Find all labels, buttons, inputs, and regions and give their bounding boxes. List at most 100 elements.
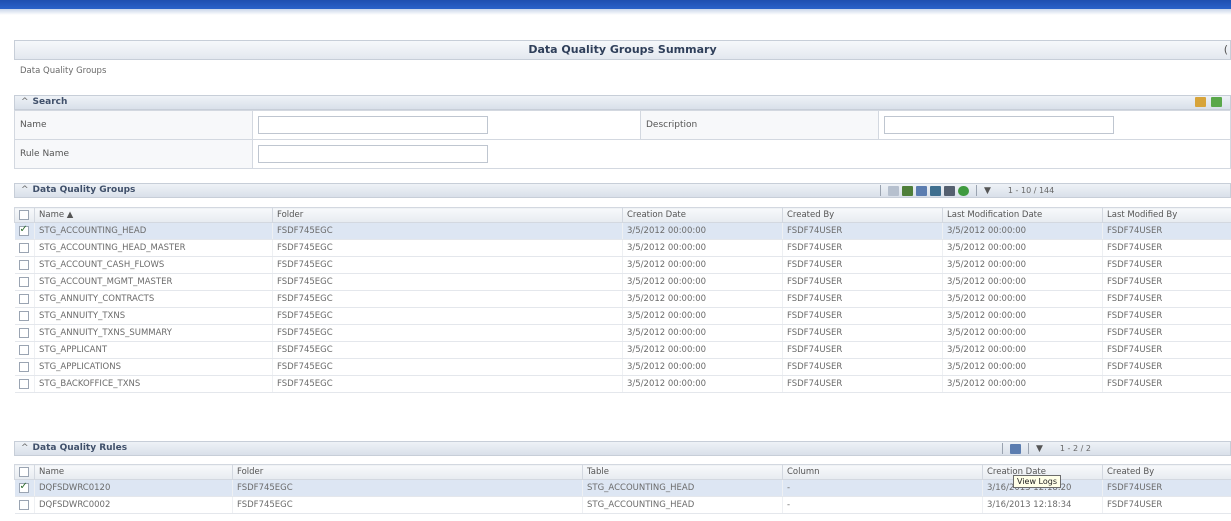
table-row[interactable]: STG_BACKOFFICE_TXNS FSDF745EGC 3/5/2012 00… [14,375,1231,393]
column-header[interactable]: Creation Date [622,207,783,223]
row-checkbox-cell[interactable] [14,341,35,359]
cell-name: STG_ACCOUNTING_HEAD_MASTER [34,239,273,257]
cell-name: STG_ACCOUNT_MGMT_MASTER [34,273,273,291]
table-row[interactable]: STG_ANNUITY_CONTRACTS FSDF745EGC 3/5/2012 … [14,290,1231,308]
select-all-checkbox-cell[interactable] [14,464,35,480]
cell-by: FSDF74USER [1102,479,1231,497]
groups-table: Name ▲ Folder Creation Date Created By L… [14,207,1231,393]
description-label: Description [640,110,879,140]
cell-created: 3/5/2012 00:00:00 [622,324,783,342]
select-all-checkbox-cell[interactable] [14,207,35,223]
rules-pager[interactable]: 1 - 2 / 2 [1060,444,1091,453]
cell-modified-by: FSDF74USER [1102,324,1231,342]
cell-column: - [782,496,983,514]
row-checkbox-cell[interactable] [14,496,35,514]
groups-pager[interactable]: 1 - 10 / 144 [1008,186,1054,195]
row-checkbox[interactable] [18,310,29,321]
table-row[interactable]: STG_ANNUITY_TXNS_SUMMARY FSDF745EGC 3/5/20… [14,324,1231,342]
table-row[interactable]: STG_ANNUITY_TXNS FSDF745EGC 3/5/2012 00:00… [14,307,1231,325]
delete-icon[interactable] [944,185,955,196]
row-checkbox-cell[interactable] [14,358,35,376]
row-checkbox-cell[interactable] [14,222,35,240]
run-icon[interactable] [958,185,969,196]
row-checkbox-cell[interactable] [14,375,35,393]
filter-icon[interactable]: ▼ [984,186,991,196]
cell-by: FSDF74USER [782,256,943,274]
column-header[interactable]: Last Modified By [1102,207,1231,223]
cell-created: 3/5/2012 00:00:00 [622,273,783,291]
table-row[interactable]: STG_APPLICANT FSDF745EGC 3/5/2012 00:00:00… [14,341,1231,359]
cell-by: FSDF74USER [782,273,943,291]
cell-folder: FSDF745EGC [272,375,623,393]
description-input[interactable] [884,116,1114,134]
row-checkbox-cell[interactable] [14,324,35,342]
collapse-arrow-icon[interactable]: ^ [21,443,29,453]
table-row[interactable]: STG_ACCOUNTING_HEAD_MASTER FSDF745EGC 3/5/… [14,239,1231,257]
select-all-checkbox[interactable] [19,466,29,477]
banner-shadow [0,9,1231,15]
collapse-arrow-icon[interactable]: ^ [21,97,29,107]
search-section-header[interactable]: ^ Search [14,95,1231,110]
row-checkbox[interactable] [18,224,29,236]
reset-icon[interactable] [1211,97,1222,107]
cell-folder: FSDF745EGC [272,358,623,376]
row-checkbox-cell[interactable] [14,273,35,291]
row-checkbox[interactable] [18,276,29,287]
cell-by: FSDF74USER [782,324,943,342]
table-row[interactable]: STG_ACCOUNTING_HEADFSDF745EGC3/5/2012 00… [14,222,1231,240]
column-header[interactable]: Folder [272,207,623,223]
cell-folder: FSDF745EGC [272,256,623,274]
cell-modified-by: FSDF74USER [1102,375,1231,393]
row-checkbox[interactable] [18,344,29,355]
column-header[interactable]: Name ▲ [34,207,273,223]
cell-folder: FSDF745EGC [272,290,623,308]
row-checkbox[interactable] [18,361,29,372]
add-icon[interactable] [902,185,913,196]
row-checkbox-cell[interactable] [14,239,35,257]
search-form: Name Description Rule Name [14,110,1231,169]
column-header[interactable]: Folder [232,464,583,480]
cell-by: FSDF74USER [782,341,943,359]
row-checkbox[interactable] [18,499,29,510]
table-row[interactable]: STG_ACCOUNT_CASH_FLOWS FSDF745EGC 3/5/2012… [14,256,1231,274]
cell-created: 3/5/2012 00:00:00 [622,239,783,257]
help-icon[interactable]: ( [1224,41,1228,59]
column-header[interactable]: Created By [1102,464,1231,480]
table-row[interactable]: DQFSDWRC0002 FSDF745EGC STG_ACCOUNTING_HEA… [14,496,1231,514]
rule-name-input[interactable] [258,145,488,163]
row-checkbox[interactable] [18,378,29,389]
name-input[interactable] [258,116,488,134]
column-header[interactable]: Last Modification Date [942,207,1103,223]
select-all-checkbox[interactable] [19,209,29,220]
copy-icon[interactable] [930,185,941,196]
row-checkbox-cell[interactable] [14,307,35,325]
column-header[interactable]: Table [582,464,783,480]
rules-section-title: Data Quality Rules [32,443,128,453]
cell-name: STG_ANNUITY_CONTRACTS [34,290,273,308]
toolbar-divider [976,185,977,196]
collapse-arrow-icon[interactable]: ^ [21,185,29,195]
row-checkbox[interactable] [18,481,29,493]
row-checkbox[interactable] [18,327,29,338]
row-checkbox[interactable] [18,259,29,270]
column-header[interactable]: Name [34,464,233,480]
cell-table: STG_ACCOUNTING_HEAD [582,496,783,514]
table-row[interactable]: STG_APPLICATIONS FSDF745EGC 3/5/2012 00:00… [14,358,1231,376]
row-checkbox-cell[interactable] [14,290,35,308]
cell-folder: FSDF745EGC [272,239,623,257]
column-header[interactable]: Created By [782,207,943,223]
search-icon[interactable] [1195,97,1206,107]
row-checkbox-cell[interactable] [14,479,35,497]
column-header[interactable]: Column [782,464,983,480]
breadcrumb: Data Quality Groups [20,66,107,76]
filter-icon[interactable]: ▼ [1036,444,1043,454]
cell-by: FSDF74USER [782,239,943,257]
edit-icon[interactable] [916,185,927,196]
table-row[interactable]: STG_ACCOUNT_MGMT_MASTER FSDF745EGC 3/5/201… [14,273,1231,291]
row-checkbox-cell[interactable] [14,256,35,274]
row-checkbox[interactable] [18,242,29,253]
row-checkbox[interactable] [18,293,29,304]
cell-modified-by: FSDF74USER [1102,290,1231,308]
view-logs-icon[interactable] [1010,443,1021,454]
view-icon[interactable] [888,185,899,196]
